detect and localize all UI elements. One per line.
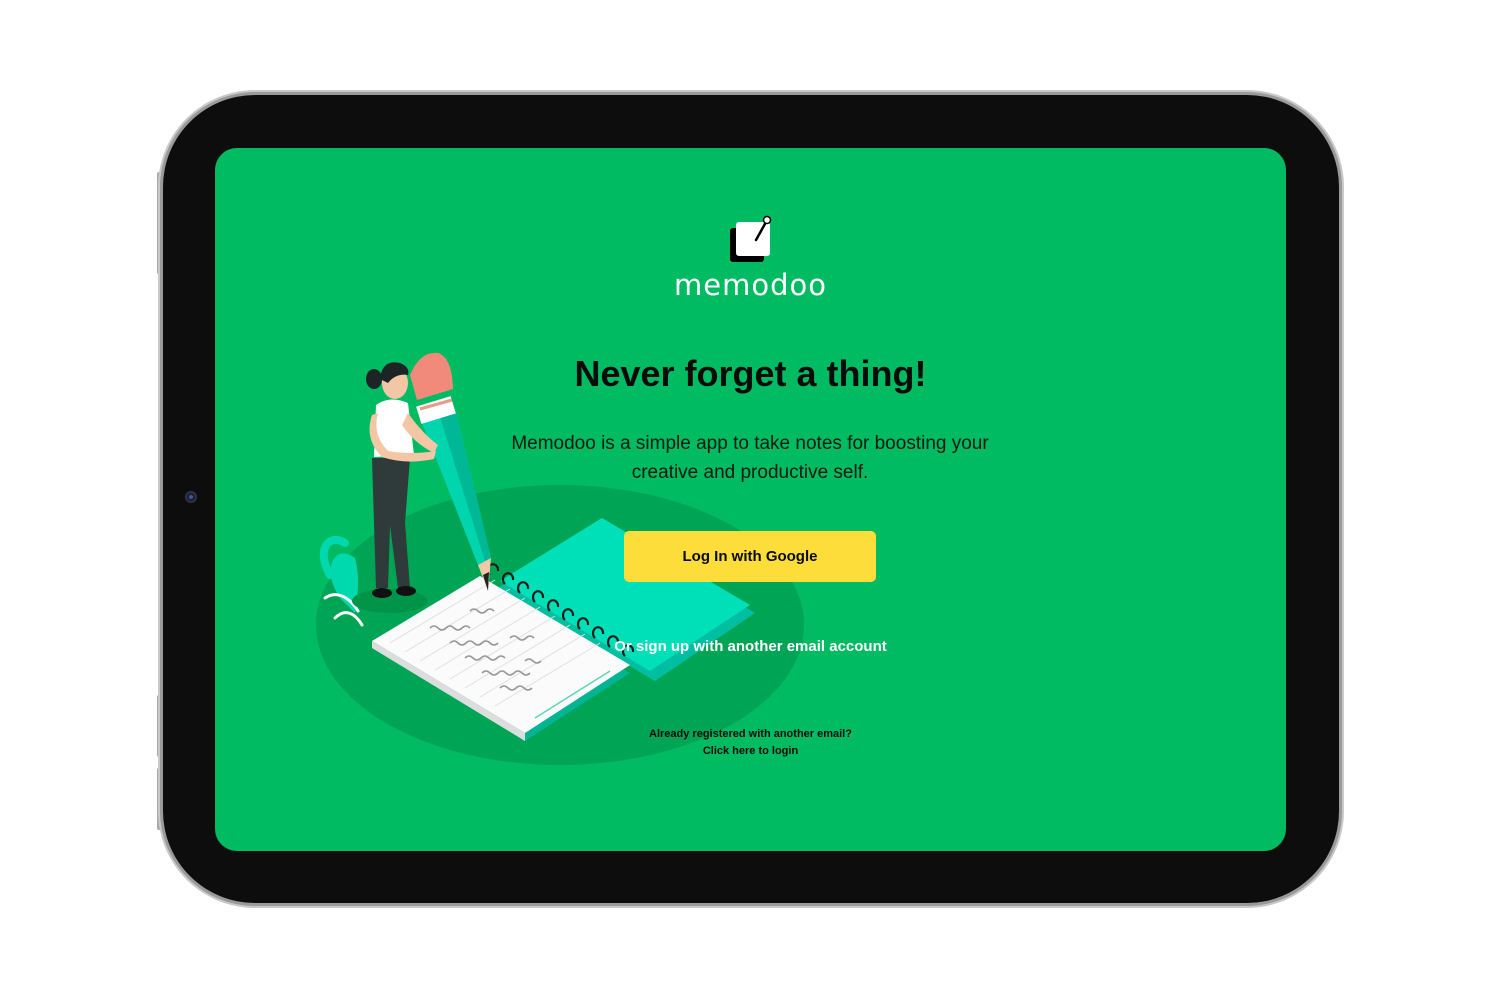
already-registered-text: Already registered with another email? <box>649 728 852 740</box>
note-pin-icon <box>730 215 772 262</box>
side-button-volume-up <box>157 695 161 757</box>
login-link[interactable]: Click here to login <box>215 743 1286 760</box>
side-button-volume-down <box>157 768 161 830</box>
device-mockup: memodoo Never forget a thing! Memodoo is… <box>0 0 1500 1000</box>
tagline: Memodoo is a simple app to take notes fo… <box>511 433 989 483</box>
google-login-button[interactable]: Log In with Google <box>624 531 876 582</box>
app-screen: memodoo Never forget a thing! Memodoo is… <box>215 148 1286 851</box>
already-registered-block: Already registered with another email? C… <box>215 726 1286 760</box>
side-button-top <box>157 172 161 274</box>
headline: Never forget a thing! <box>574 353 927 394</box>
app-name: memodoo <box>674 268 827 302</box>
front-camera <box>185 491 197 503</box>
email-signup-link[interactable]: Or sign up with another email account <box>215 638 1286 655</box>
